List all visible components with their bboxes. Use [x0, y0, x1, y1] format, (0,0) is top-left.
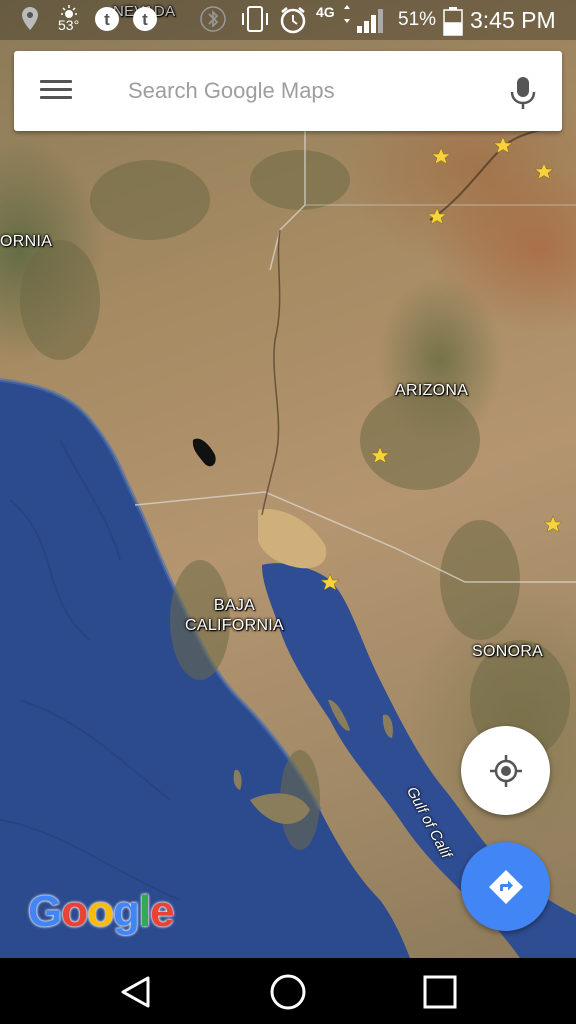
star-marker-icon — [543, 515, 563, 533]
my-location-button[interactable] — [461, 726, 550, 815]
battery-percent: 51% — [398, 9, 437, 30]
google-logo-letter: e — [150, 887, 175, 936]
navigation-bar — [0, 958, 576, 1024]
satellite-map[interactable]: NEVADA ORNIA ARIZONA BAJA CALIFORNIA SON… — [0, 0, 576, 958]
star-marker-icon — [493, 136, 513, 154]
star-marker-icon — [431, 147, 451, 165]
star-marker-icon — [534, 162, 554, 180]
map-label-sonora: SONORA — [472, 643, 544, 660]
alarm-icon — [278, 5, 308, 35]
google-logo-letter: l — [138, 887, 151, 936]
svg-text:t: t — [104, 10, 110, 29]
microphone-icon[interactable] — [508, 75, 538, 111]
map-label-arizona: ARIZONA — [395, 382, 469, 399]
my-location-icon — [489, 754, 522, 787]
directions-icon — [488, 869, 523, 904]
location-pin-icon — [20, 6, 40, 32]
signal-icon — [356, 8, 384, 34]
bluetooth-icon — [200, 6, 226, 32]
svg-text:t: t — [142, 10, 148, 29]
google-logo-letter: G — [28, 887, 62, 936]
map-terrain — [0, 129, 576, 958]
recents-square-icon[interactable] — [420, 972, 460, 1012]
tumblr-icon: t — [94, 6, 120, 32]
directions-button[interactable] — [461, 842, 550, 931]
vibrate-icon — [240, 5, 270, 33]
battery-icon — [442, 6, 464, 36]
map-label-baja-california: BAJA CALIFORNIA — [185, 597, 285, 634]
google-logo-letter: o — [87, 887, 114, 936]
google-logo: Google — [28, 887, 175, 937]
status-bar: 53° t t 4G 51% 3:45 PM — [0, 0, 576, 40]
temperature-text: 53° — [58, 17, 80, 33]
google-logo-letter: g — [113, 887, 140, 936]
home-circle-icon[interactable] — [268, 972, 308, 1012]
back-triangle-icon[interactable] — [116, 972, 156, 1012]
map-label-california: ORNIA — [0, 233, 53, 250]
tumblr-icon: t — [132, 6, 158, 32]
search-bar — [14, 51, 562, 131]
google-logo-letter: o — [61, 887, 88, 936]
hamburger-menu-icon[interactable] — [40, 75, 76, 107]
clock-time: 3:45 PM — [470, 7, 556, 33]
search-input[interactable] — [128, 71, 478, 111]
network-4g-icon: 4G — [314, 3, 354, 25]
svg-text:4G: 4G — [316, 4, 335, 20]
